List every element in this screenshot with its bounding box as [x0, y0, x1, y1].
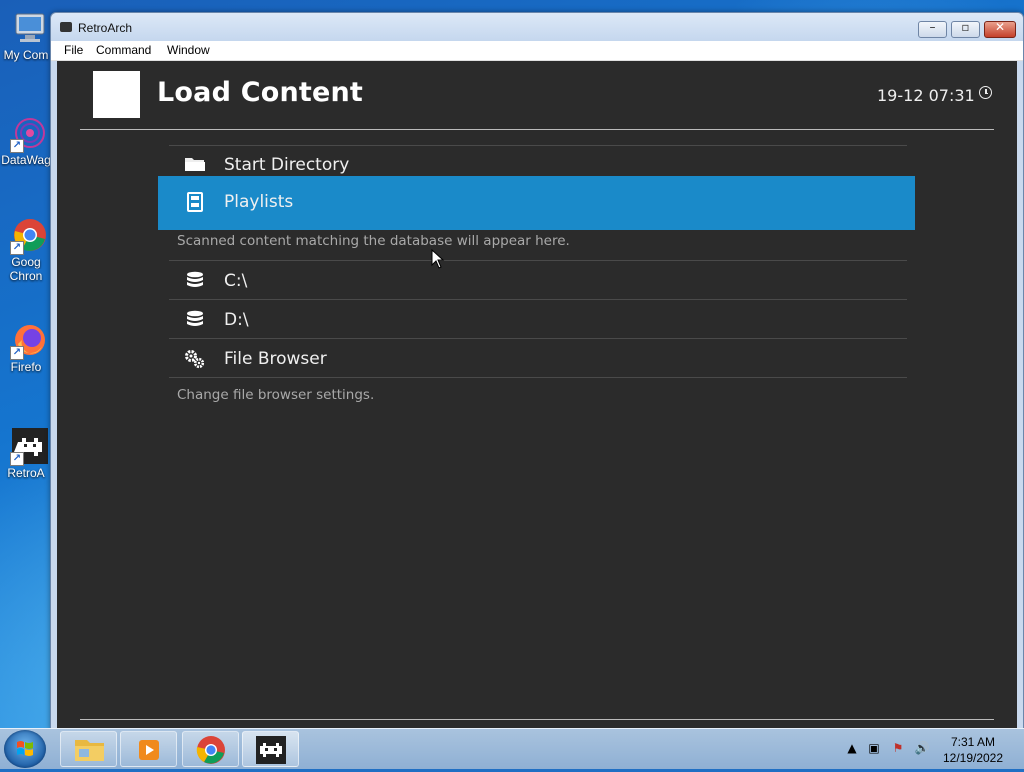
footer-divider — [80, 719, 994, 720]
menu-logo-placeholder — [93, 71, 140, 118]
entry-drive-d[interactable]: D:\ — [158, 300, 915, 339]
retroarch-icon — [256, 736, 286, 764]
desktop-icon-label: Firefo — [10, 360, 42, 374]
entry-label: D:\ — [224, 310, 249, 330]
clock-text: 19-12 07:31 — [877, 86, 975, 105]
chrome-icon: ↗ — [10, 217, 48, 255]
entry-drive-c[interactable]: C:\ — [158, 261, 915, 300]
chrome-icon — [196, 736, 225, 764]
header-divider — [80, 129, 994, 130]
entry-playlists[interactable]: Playlists — [158, 176, 915, 230]
menu-command[interactable]: Command — [96, 43, 151, 57]
action-center-alert-icon[interactable]: ⚑ — [890, 741, 906, 757]
start-button[interactable] — [4, 730, 46, 768]
entry-sublabel: Scanned content matching the database wi… — [177, 233, 570, 249]
maximize-button[interactable]: ▫ — [951, 20, 980, 38]
mouse-cursor — [431, 248, 445, 273]
tray-clock[interactable]: 7:31 AM 12/19/2022 — [938, 734, 1008, 766]
window-title: RetroArch — [78, 21, 133, 35]
media-player-icon — [139, 740, 159, 760]
folder-icon — [184, 155, 206, 175]
clock-icon — [979, 86, 992, 99]
menu-window[interactable]: Window — [167, 43, 210, 57]
minimize-button[interactable]: – — [918, 20, 947, 38]
settings-gears-icon — [184, 349, 206, 369]
shortcut-arrow-icon: ↗ — [10, 346, 24, 360]
taskbar-retroarch[interactable] — [242, 731, 299, 767]
windows-logo-icon — [17, 741, 33, 756]
page-title: Load Content — [157, 77, 364, 108]
window-titlebar[interactable]: RetroArch – ▫ ✕ — [51, 13, 1023, 41]
retroarch-icon: ↗ — [10, 428, 48, 466]
desktop-icon-label: My Com — [3, 48, 49, 62]
minimize-icon: – — [929, 20, 936, 34]
entry-label: C:\ — [224, 271, 248, 291]
shortcut-arrow-icon: ↗ — [10, 241, 24, 255]
taskbar-file-explorer[interactable] — [60, 731, 117, 767]
volume-icon[interactable]: 🔊 — [914, 741, 930, 757]
file-explorer-icon — [75, 740, 104, 761]
desktop-icon-label: DataWag — [1, 153, 51, 167]
network-icon[interactable]: ▣ — [866, 741, 882, 757]
taskbar-chrome[interactable] — [182, 731, 239, 767]
playlist-icon — [184, 192, 206, 212]
retroarch-content: Load Content 19-12 07:31 Start Directory — [57, 61, 1017, 729]
desktop-icon-datawagon[interactable]: ↗ DataWag — [0, 115, 52, 167]
close-icon: ✕ — [994, 20, 1006, 34]
taskbar: ▲ ▣ ⚑ 🔊 7:31 AM 12/19/2022 — [0, 728, 1024, 769]
desktop-icon-firefox[interactable]: ↗ Firefo — [0, 322, 52, 374]
drive-icon — [184, 271, 206, 291]
close-button[interactable]: ✕ — [984, 20, 1016, 38]
tray-time: 7:31 AM — [950, 735, 996, 749]
desktop-icon-label: RetroA — [7, 466, 45, 480]
entry-file-browser[interactable]: File Browser — [158, 339, 915, 378]
menu-bar: File Command Window — [51, 41, 1023, 61]
desktop-icon-retroarch[interactable]: ↗ RetroA — [0, 428, 52, 480]
taskbar-media-player[interactable] — [120, 731, 177, 767]
maximize-icon: ▫ — [961, 20, 970, 34]
desktop-icon-label: Goog — [11, 255, 41, 269]
tray-date: 12/19/2022 — [942, 751, 1004, 765]
entry-sublabel: Change file browser settings. — [177, 387, 375, 403]
entry-label: Playlists — [224, 192, 294, 212]
row-divider — [169, 377, 907, 378]
computer-icon — [12, 10, 48, 46]
entry-label: Start Directory — [224, 155, 350, 175]
retroarch-window: RetroArch – ▫ ✕ File Command Window Load… — [50, 12, 1024, 730]
desktop-icon-my-computer[interactable]: My Com — [0, 10, 52, 62]
shortcut-arrow-icon: ↗ — [10, 452, 24, 466]
show-hidden-icons-icon[interactable]: ▲ — [844, 741, 860, 757]
menu-file[interactable]: File — [64, 43, 83, 57]
desktop-icon-label-line2: Chron — [9, 269, 43, 283]
retroarch-app-icon — [60, 22, 72, 32]
drive-icon — [184, 310, 206, 330]
entry-label: File Browser — [224, 349, 327, 369]
shortcut-arrow-icon: ↗ — [10, 139, 24, 153]
firefox-icon: ↗ — [10, 322, 48, 360]
desktop-icon-chrome[interactable]: ↗ Goog Chron — [0, 217, 52, 283]
datawagon-icon: ↗ — [10, 115, 48, 153]
